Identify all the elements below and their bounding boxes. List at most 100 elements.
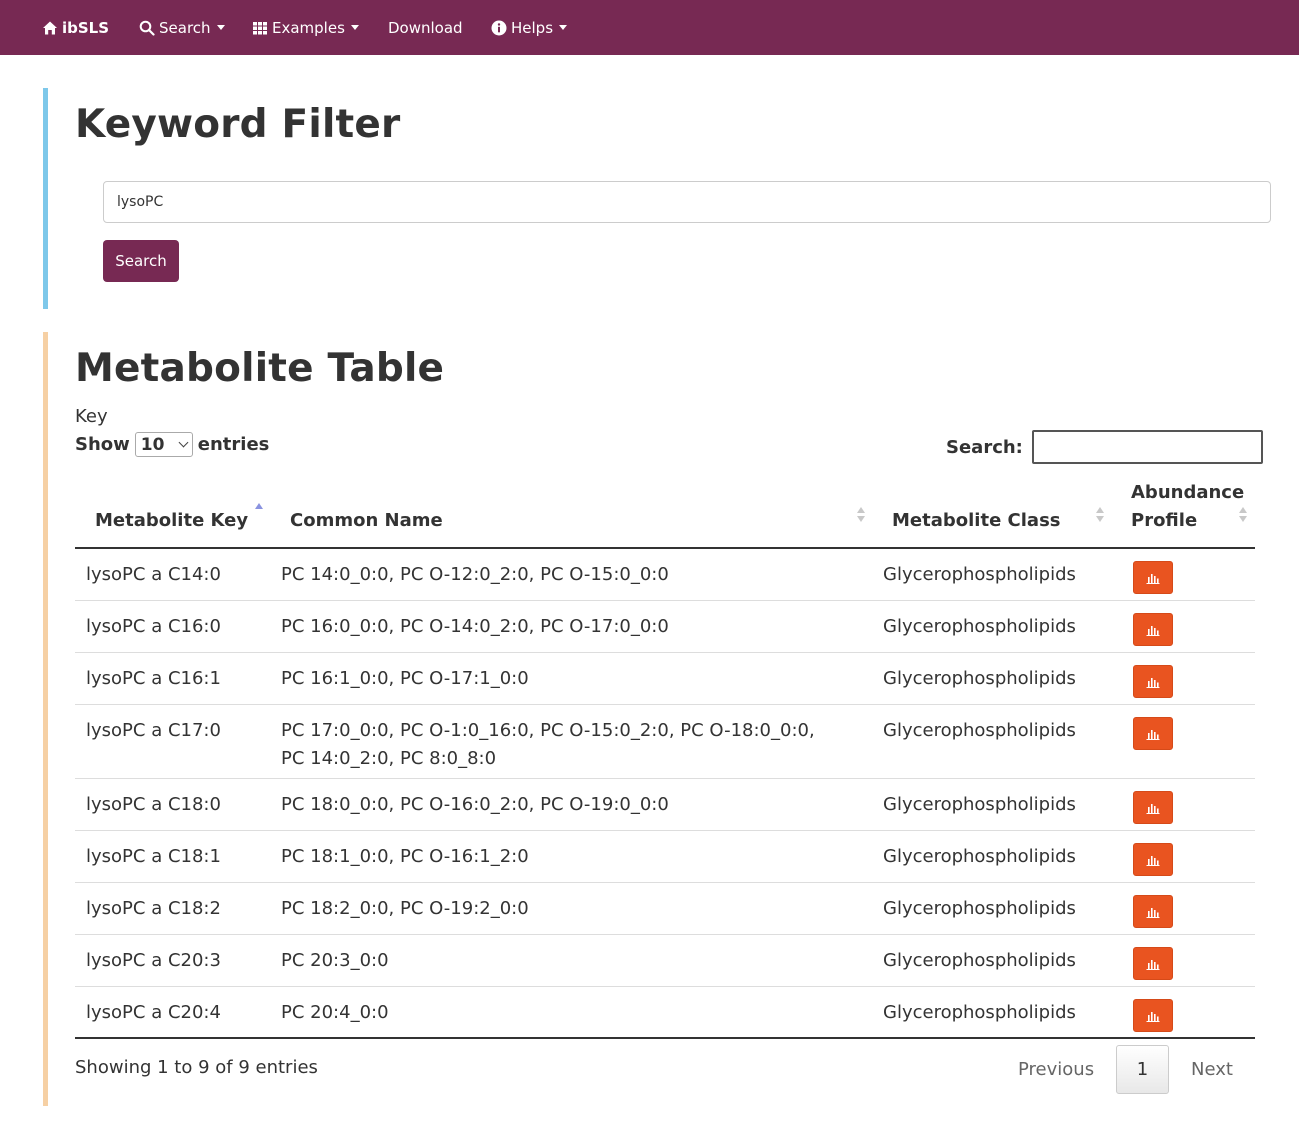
nav-brand-label: ibSLS [62, 18, 110, 37]
chevron-down-icon [350, 25, 359, 30]
navbar: ibSLS Search Examples Download Helps [0, 0, 1299, 55]
table-row: lysoPC a C20:4 PC 20:4_0:0 Glycerophosphol… [75, 987, 1255, 1039]
bar-chart-icon [1146, 907, 1160, 918]
cell-metabolite-class: Glycerophospholipids [883, 668, 1076, 689]
cell-metabolite-class: Glycerophospholipids [883, 720, 1076, 741]
entries-select-value: 10 [140, 434, 165, 455]
nav-search-label: Search [159, 18, 211, 37]
chevron-down-icon [559, 25, 568, 30]
nav-helps-label: Helps [511, 18, 554, 37]
pagination-previous[interactable]: Previous [1018, 1059, 1094, 1080]
bar-chart-icon [1146, 1011, 1160, 1022]
show-entries-control: Show 10 entries [75, 432, 269, 457]
nav-helps-dropdown[interactable]: Helps [491, 0, 568, 55]
table-row: lysoPC a C18:2 PC 18:2_0:0, PC O-19:2_0:0… [75, 883, 1255, 935]
sort-icon [1239, 507, 1247, 523]
grid-icon [252, 20, 268, 36]
table-body: lysoPC a C14:0 PC 14:0_0:0, PC O-12:0_2:0… [75, 549, 1255, 1039]
bar-chart-icon [1146, 855, 1160, 866]
abundance-profile-button[interactable] [1133, 561, 1173, 594]
bar-chart-icon [1146, 729, 1160, 740]
abundance-profile-button[interactable] [1133, 613, 1173, 646]
cell-common-name: PC 17:0_0:0, PC O-1:0_16:0, PC O-15:0_2:… [281, 720, 815, 769]
bar-chart-icon [1146, 677, 1160, 688]
header-abundance-line1: Abundance [1131, 482, 1245, 503]
header-common-name[interactable]: Common Name [290, 507, 443, 535]
cell-metabolite-key: lysoPC a C16:0 [86, 616, 221, 637]
cell-metabolite-class: Glycerophospholipids [883, 898, 1076, 919]
info-circle-icon [491, 20, 507, 36]
sort-icon [1096, 507, 1104, 523]
keyword-input[interactable] [103, 181, 1271, 223]
table-search: Search: [946, 430, 1263, 464]
cell-metabolite-key: lysoPC a C20:3 [86, 950, 221, 971]
abundance-profile-button[interactable] [1133, 947, 1173, 980]
show-label: Show [75, 434, 130, 455]
cell-common-name: PC 18:0_0:0, PC O-16:0_2:0, PC O-19:0_0:… [281, 794, 669, 815]
table-search-input[interactable] [1031, 430, 1263, 464]
nav-examples-label: Examples [272, 18, 345, 37]
cell-metabolite-class: Glycerophospholipids [883, 846, 1076, 867]
cell-metabolite-key: lysoPC a C18:1 [86, 846, 221, 867]
pagination-page-1[interactable]: 1 [1116, 1045, 1169, 1094]
nav-examples-dropdown[interactable]: Examples [252, 0, 359, 55]
cell-metabolite-class: Glycerophospholipids [883, 564, 1076, 585]
pagination-next[interactable]: Next [1191, 1059, 1233, 1080]
cell-common-name: PC 16:0_0:0, PC O-14:0_2:0, PC O-17:0_0:… [281, 616, 669, 637]
metabolite-table-title: Metabolite Table [75, 346, 445, 391]
nav-search-dropdown[interactable]: Search [139, 0, 225, 55]
table-info: Showing 1 to 9 of 9 entries [75, 1057, 318, 1078]
cell-metabolite-class: Glycerophospholipids [883, 950, 1076, 971]
header-abundance-profile[interactable]: Abundance Profile [1131, 479, 1245, 535]
cell-common-name: PC 18:2_0:0, PC O-19:2_0:0 [281, 898, 529, 919]
abundance-profile-button[interactable] [1133, 843, 1173, 876]
table-search-label: Search: [946, 436, 1023, 458]
entries-label: entries [197, 434, 270, 455]
nav-download-link[interactable]: Download [388, 0, 463, 55]
metabolite-table-panel: Metabolite Table Key Show 10 entries Sea… [43, 332, 1273, 1106]
cell-metabolite-key: lysoPC a C18:2 [86, 898, 221, 919]
bar-chart-icon [1146, 573, 1160, 584]
table-row: lysoPC a C20:3 PC 20:3_0:0 Glycerophosphol… [75, 935, 1255, 987]
cell-common-name: PC 18:1_0:0, PC O-16:1_2:0 [281, 846, 529, 867]
table-header: Metabolite Key Common Name Metabolite Cl… [75, 477, 1255, 549]
abundance-profile-button[interactable] [1133, 717, 1173, 750]
cell-metabolite-key: lysoPC a C20:4 [86, 1002, 221, 1023]
bar-chart-icon [1146, 803, 1160, 814]
nav-download-label: Download [388, 18, 463, 37]
nav-brand[interactable]: ibSLS [42, 0, 109, 55]
table-row: lysoPC a C16:1 PC 16:1_0:0, PC O-17:1_0:0… [75, 653, 1255, 705]
cell-metabolite-class: Glycerophospholipids [883, 794, 1076, 815]
abundance-profile-button[interactable] [1133, 895, 1173, 928]
cell-metabolite-key: lysoPC a C14:0 [86, 564, 221, 585]
search-icon [139, 20, 155, 36]
keyword-filter-panel: Keyword Filter Search [43, 88, 1273, 309]
cell-metabolite-class: Glycerophospholipids [883, 616, 1076, 637]
table-row: lysoPC a C18:0 PC 18:0_0:0, PC O-16:0_2:0… [75, 779, 1255, 831]
sort-asc-icon [255, 503, 263, 519]
table-row: lysoPC a C14:0 PC 14:0_0:0, PC O-12:0_2:0… [75, 549, 1255, 601]
key-label: Key [75, 406, 108, 427]
cell-metabolite-key: lysoPC a C17:0 [86, 720, 221, 741]
keyword-search-button[interactable]: Search [103, 240, 179, 282]
home-icon [42, 20, 58, 36]
cell-common-name: PC 16:1_0:0, PC O-17:1_0:0 [281, 668, 529, 689]
keyword-filter-title: Keyword Filter [75, 102, 401, 147]
cell-common-name: PC 20:3_0:0 [281, 950, 389, 971]
cell-metabolite-key: lysoPC a C16:1 [86, 668, 221, 689]
header-metabolite-class[interactable]: Metabolite Class [892, 507, 1061, 535]
cell-metabolite-class: Glycerophospholipids [883, 1002, 1076, 1023]
cell-common-name: PC 14:0_0:0, PC O-12:0_2:0, PC O-15:0_0:… [281, 564, 669, 585]
chevron-down-icon [178, 437, 189, 448]
abundance-profile-button[interactable] [1133, 791, 1173, 824]
abundance-profile-button[interactable] [1133, 999, 1173, 1032]
abundance-profile-button[interactable] [1133, 665, 1173, 698]
chevron-down-icon [216, 25, 225, 30]
entries-select[interactable]: 10 [134, 432, 193, 457]
bar-chart-icon [1146, 959, 1160, 970]
table-row: lysoPC a C18:1 PC 18:1_0:0, PC O-16:1_2:0… [75, 831, 1255, 883]
cell-common-name: PC 20:4_0:0 [281, 1002, 389, 1023]
sort-icon [857, 507, 865, 523]
cell-metabolite-key: lysoPC a C18:0 [86, 794, 221, 815]
header-metabolite-key[interactable]: Metabolite Key [95, 507, 248, 535]
